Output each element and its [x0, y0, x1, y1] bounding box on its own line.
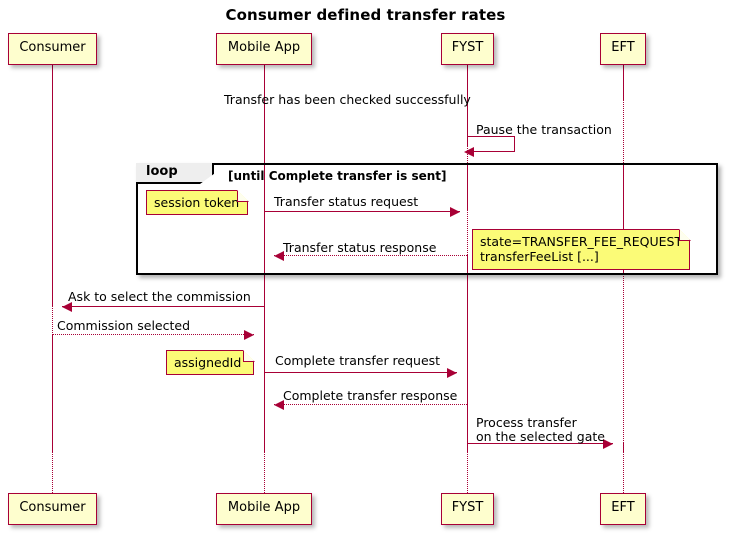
- loop-frame-label: loop: [136, 163, 214, 184]
- message-label-ask_select_commission: Ask to select the commission: [68, 289, 251, 304]
- participant-mobile_app-top[interactable]: Mobile App: [216, 33, 312, 65]
- participant-mobile_app-bottom[interactable]: Mobile App: [216, 493, 312, 525]
- message-arrowhead-commission_selected: [244, 330, 254, 340]
- message-label-complete_transfer_request: Complete transfer request: [275, 353, 441, 368]
- participant-consumer-bottom[interactable]: Consumer: [8, 493, 97, 525]
- message-line-commission_selected: [52, 334, 254, 335]
- message-line-transfer_status_request: [264, 211, 460, 212]
- standalone-text-transfer_checked: Transfer has been checked successfully: [224, 92, 471, 107]
- message-arrowhead-complete_transfer_request: [447, 368, 457, 378]
- page-title: Consumer defined transfer rates: [225, 6, 506, 24]
- message-label-complete_transfer_response: Complete transfer response: [283, 388, 458, 403]
- lifeline-active-consumer: [52, 65, 53, 306]
- note-session_token_note: session token: [146, 190, 248, 215]
- note-fold-corner-icon: [243, 350, 255, 362]
- participant-fyst-bottom[interactable]: FYST: [441, 493, 494, 525]
- lifeline-active-eft: [623, 65, 624, 100]
- message-line-complete_transfer_response: [274, 404, 467, 405]
- message-line-transfer_status_response: [274, 255, 467, 256]
- participant-consumer-top[interactable]: Consumer: [8, 33, 97, 65]
- lifeline-active-fyst: [467, 255, 468, 452]
- message-label-transfer_status_response: Transfer status response: [283, 240, 437, 255]
- loop-frame-condition: [until Complete transfer is sent]: [228, 169, 447, 183]
- message-line-complete_transfer_request: [264, 372, 457, 373]
- message-label-commission_selected: Commission selected: [57, 318, 191, 333]
- message-label-transfer_status_request: Transfer status request: [274, 194, 419, 209]
- participant-eft-top[interactable]: EFT: [600, 33, 646, 65]
- lifeline-active-consumer: [52, 334, 53, 452]
- message-arrowhead-transfer_status_request: [450, 207, 460, 217]
- participant-fyst-top[interactable]: FYST: [441, 33, 494, 65]
- message-label-process_transfer: Process transfer on the selected gate: [476, 415, 605, 444]
- note-state_note: state=TRANSFER_FEE_REQUEST transferFeeLi…: [472, 229, 690, 270]
- message-line-ask_select_commission: [62, 306, 264, 307]
- sequence-diagram: Consumer defined transfer rates loop [unt…: [0, 0, 731, 535]
- lifeline-active-eft: [623, 443, 624, 452]
- participant-eft-bottom[interactable]: EFT: [600, 493, 646, 525]
- self-message-loop-pause_transaction: [467, 136, 515, 152]
- self-message-arrowhead-pause_transaction: [464, 147, 474, 157]
- note-assigned_id_note: assignedId: [166, 350, 254, 375]
- lifeline-eft: [623, 65, 624, 493]
- self-message-label-pause_transaction: Pause the transaction: [476, 122, 612, 137]
